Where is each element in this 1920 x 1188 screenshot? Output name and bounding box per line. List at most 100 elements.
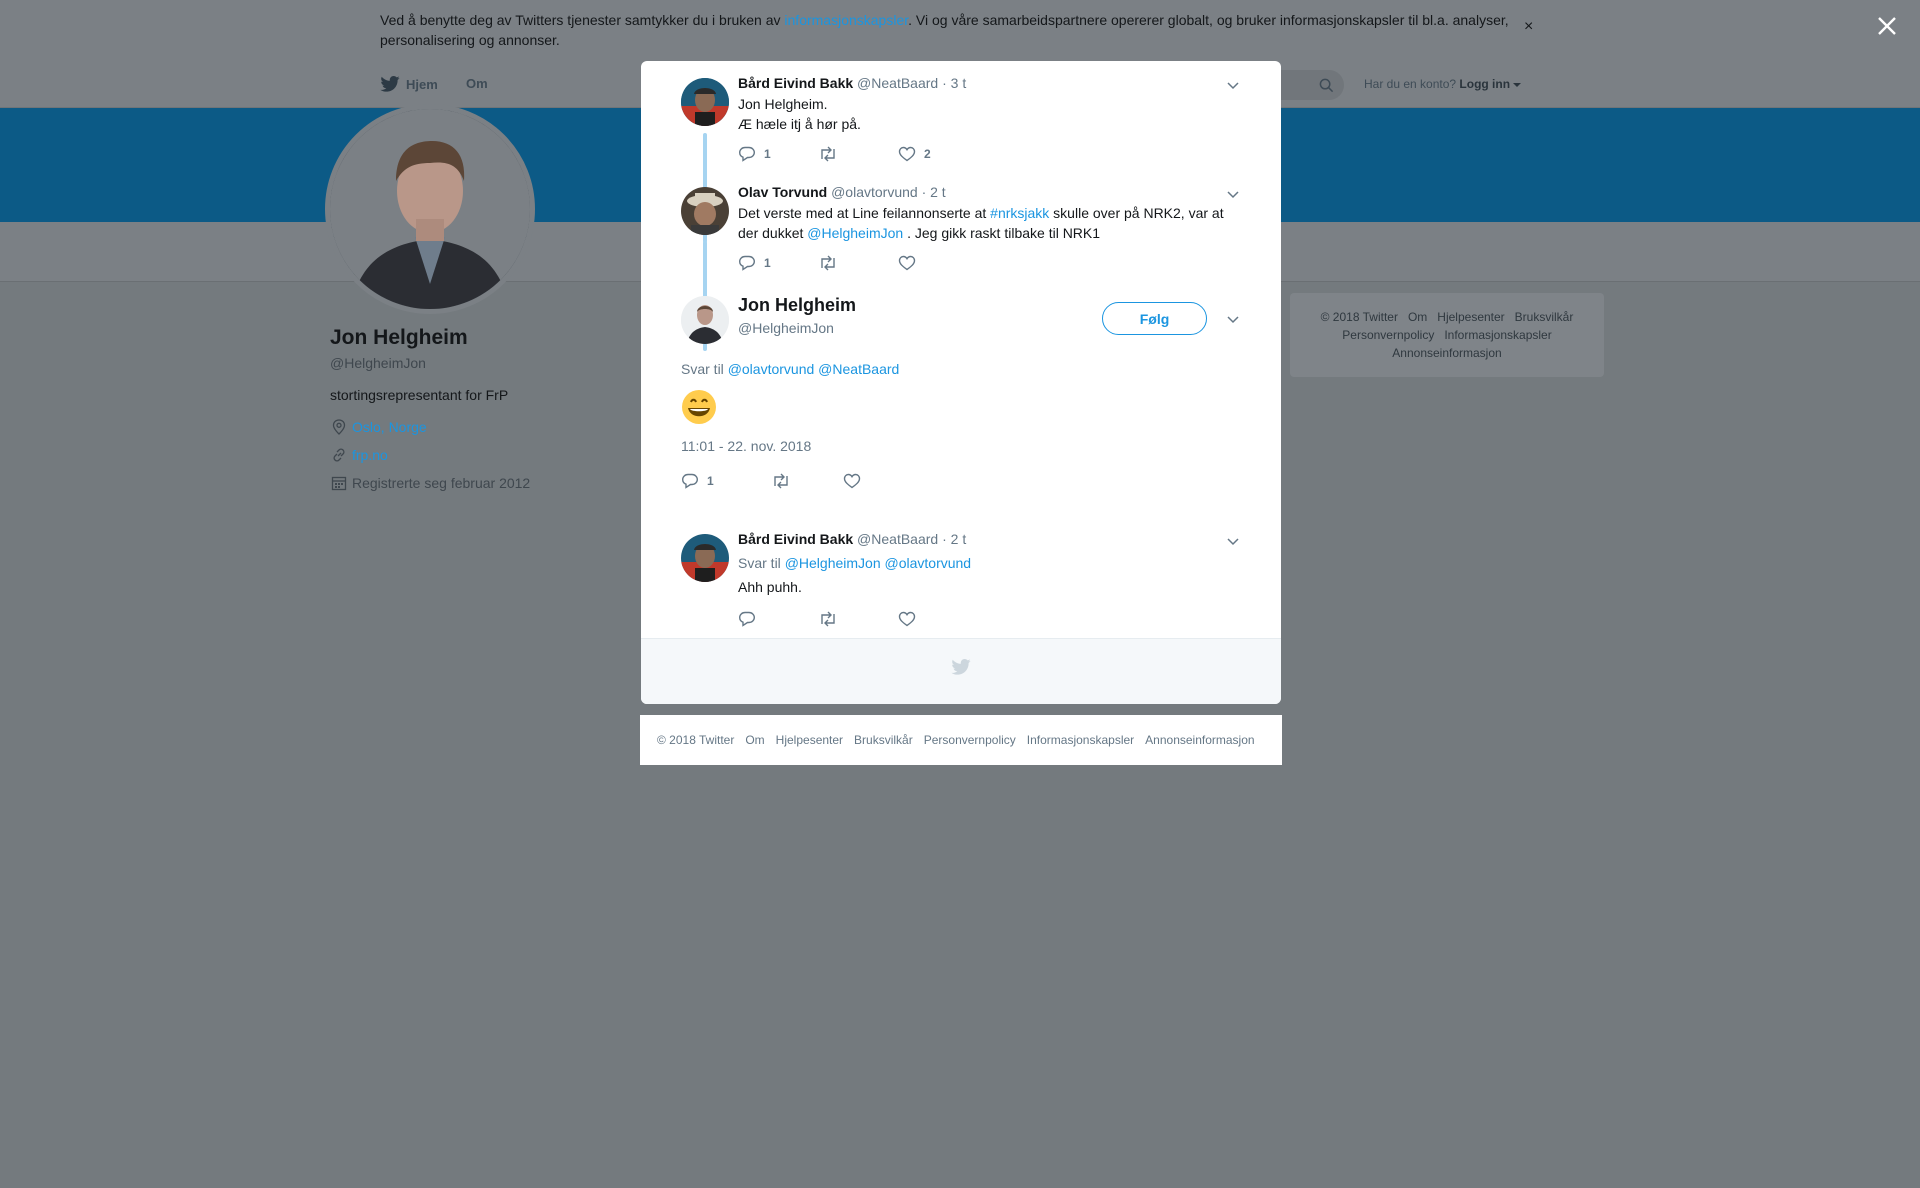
reply-icon — [738, 611, 756, 627]
side-footer-privacy[interactable]: Personvernpolicy — [1342, 328, 1434, 342]
avatar[interactable] — [681, 296, 729, 344]
retweet-icon — [821, 611, 835, 627]
tweet-header: Bård Eivind Bakk @NeatBaard · 3 t — [738, 75, 966, 91]
retweet-button[interactable] — [771, 473, 843, 489]
follow-button[interactable]: Følg — [1102, 302, 1207, 335]
link-icon — [333, 448, 345, 462]
avatar[interactable] — [681, 187, 729, 235]
side-footer-about[interactable]: Om — [1408, 310, 1427, 324]
reply-button[interactable]: 1 — [738, 255, 818, 271]
reply-to-label: Svar til — [738, 555, 785, 571]
bottom-footer: © 2018 Twitter Om Hjelpesenter Bruksvilk… — [640, 715, 1282, 765]
retweet-button[interactable] — [818, 255, 898, 271]
main-tweet-author-name[interactable]: Jon Helgheim — [738, 295, 856, 316]
footer-ads[interactable]: Annonseinformasjon — [1145, 733, 1254, 747]
cookie-text: Ved å benytte deg av Twitters tjenester … — [380, 10, 1520, 50]
like-button[interactable] — [898, 611, 978, 627]
grinning-face-emoji: 😁 — [682, 390, 716, 424]
footer-copyright: © 2018 Twitter — [657, 733, 735, 747]
reply-button[interactable]: 1 — [738, 146, 818, 162]
chevron-down-icon[interactable] — [1226, 78, 1240, 92]
avatar[interactable] — [681, 534, 729, 582]
tweet-time[interactable]: · 2 t — [942, 531, 966, 547]
tweet-actions: 1 2 — [738, 146, 978, 162]
mention-link[interactable]: @olavtorvund — [885, 555, 972, 571]
reply-count: 1 — [707, 474, 714, 488]
footer-about[interactable]: Om — [745, 733, 764, 747]
login-link[interactable]: Logg inn — [1459, 77, 1510, 91]
retweet-button[interactable] — [818, 146, 898, 162]
close-icon[interactable] — [1875, 14, 1899, 38]
caret-down-icon — [1513, 83, 1522, 87]
reply-button[interactable]: 1 — [681, 473, 771, 489]
search-icon — [1319, 78, 1334, 93]
like-button[interactable]: 2 — [898, 146, 978, 162]
cookie-text-before: Ved å benytte deg av Twitters tjenester … — [380, 12, 785, 28]
chevron-down-icon[interactable] — [1226, 187, 1240, 201]
avatar[interactable] — [681, 78, 729, 126]
tweet-author-handle[interactable]: @NeatBaard — [857, 75, 938, 91]
chevron-down-icon[interactable] — [1226, 312, 1240, 326]
retweet-button[interactable] — [818, 611, 898, 627]
tweet-text-part: Det verste med at Line feilannonserte at — [738, 205, 991, 221]
tweet-time[interactable]: · 2 t — [922, 184, 946, 200]
tweet-author-handle[interactable]: @NeatBaard — [857, 531, 938, 547]
profile-location: Oslo, Norge — [330, 418, 427, 436]
profile-avatar[interactable] — [325, 104, 535, 314]
modal-footer — [641, 638, 1281, 704]
tweet-header: Bård Eivind Bakk @NeatBaard · 2 t — [738, 531, 966, 547]
side-footer-ads[interactable]: Annonseinformasjon — [1392, 346, 1501, 360]
tweet-text-line: Jon Helgheim. — [738, 96, 828, 112]
side-footer-terms[interactable]: Bruksvilkår — [1515, 310, 1574, 324]
tweet-text-part: . Jeg gikk raskt tilbake til NRK1 — [903, 225, 1101, 241]
footer-privacy[interactable]: Personvernpolicy — [924, 733, 1016, 747]
tweet-text: Jon Helgheim. Æ hæle itj å hør på. — [738, 94, 1238, 134]
side-footer-cookies[interactable]: Informasjonskapsler — [1444, 328, 1551, 342]
footer-cookies[interactable]: Informasjonskapsler — [1027, 733, 1134, 747]
retweet-icon — [821, 146, 835, 162]
location-link[interactable]: Oslo, Norge — [352, 419, 427, 435]
website-link[interactable]: frp.no — [352, 447, 388, 463]
nav-about[interactable]: Om — [466, 76, 488, 91]
like-button[interactable] — [898, 255, 978, 271]
nav-home-label: Hjem — [406, 76, 438, 92]
tweet-text: Det verste med at Line feilannonserte at… — [738, 203, 1238, 243]
side-footer-help[interactable]: Hjelpesenter — [1437, 310, 1504, 324]
tweet-modal: Bård Eivind Bakk @NeatBaard · 3 t Jon He… — [641, 61, 1281, 704]
tweet-author-name[interactable]: Olav Torvund — [738, 184, 827, 200]
tweet-timestamp[interactable]: 11:01 - 22. nov. 2018 — [681, 438, 811, 454]
tweet-author-handle[interactable]: @olavtorvund — [831, 184, 918, 200]
reply-button[interactable] — [738, 611, 818, 627]
reply-to-line: Svar til @HelgheimJon @olavtorvund — [738, 553, 1238, 573]
profile-name: Jon Helgheim — [330, 326, 468, 349]
tweet-time[interactable]: · 3 t — [942, 75, 966, 91]
main-tweet-author-handle[interactable]: @HelgheimJon — [738, 320, 834, 336]
side-footer: © 2018 Twitter Om Hjelpesenter Bruksvilkår … — [1290, 293, 1604, 377]
cookie-close-button[interactable]: × — [1524, 18, 1533, 36]
mention-link[interactable]: @HelgheimJon — [807, 225, 903, 241]
profile-website: frp.no — [330, 446, 388, 464]
footer-terms[interactable]: Bruksvilkår — [854, 733, 913, 747]
cookie-link[interactable]: informasjonskapsler — [784, 12, 908, 28]
tweet-text: Ahh puhh. — [738, 579, 802, 595]
heart-icon — [898, 146, 916, 162]
mention-link[interactable]: @HelgheimJon — [785, 555, 881, 571]
mention-link[interactable]: @olavtorvund — [728, 361, 815, 377]
chevron-down-icon[interactable] — [1226, 534, 1240, 548]
reply-to-label: Svar til — [681, 361, 728, 377]
twitter-bird-icon — [951, 659, 971, 675]
tweet-author-name[interactable]: Bård Eivind Bakk — [738, 531, 853, 547]
footer-help[interactable]: Hjelpesenter — [776, 733, 843, 747]
like-button[interactable] — [843, 473, 923, 489]
cookie-banner: Ved å benytte deg av Twitters tjenester … — [0, 0, 1920, 62]
side-footer-copyright: © 2018 Twitter — [1320, 310, 1398, 324]
hashtag-link[interactable]: #nrksjakk — [990, 205, 1049, 221]
tweet-author-name[interactable]: Bård Eivind Bakk — [738, 75, 853, 91]
like-count: 2 — [924, 147, 931, 161]
tweet-header: Olav Torvund @olavtorvund · 2 t — [738, 184, 946, 200]
profile-joined: Registrerte seg februar 2012 — [330, 474, 530, 492]
tweet-actions: 1 — [738, 255, 978, 271]
nav-home[interactable]: Hjem — [380, 76, 438, 92]
mention-link[interactable]: @NeatBaard — [818, 361, 899, 377]
joined-text: Registrerte seg februar 2012 — [352, 475, 531, 491]
